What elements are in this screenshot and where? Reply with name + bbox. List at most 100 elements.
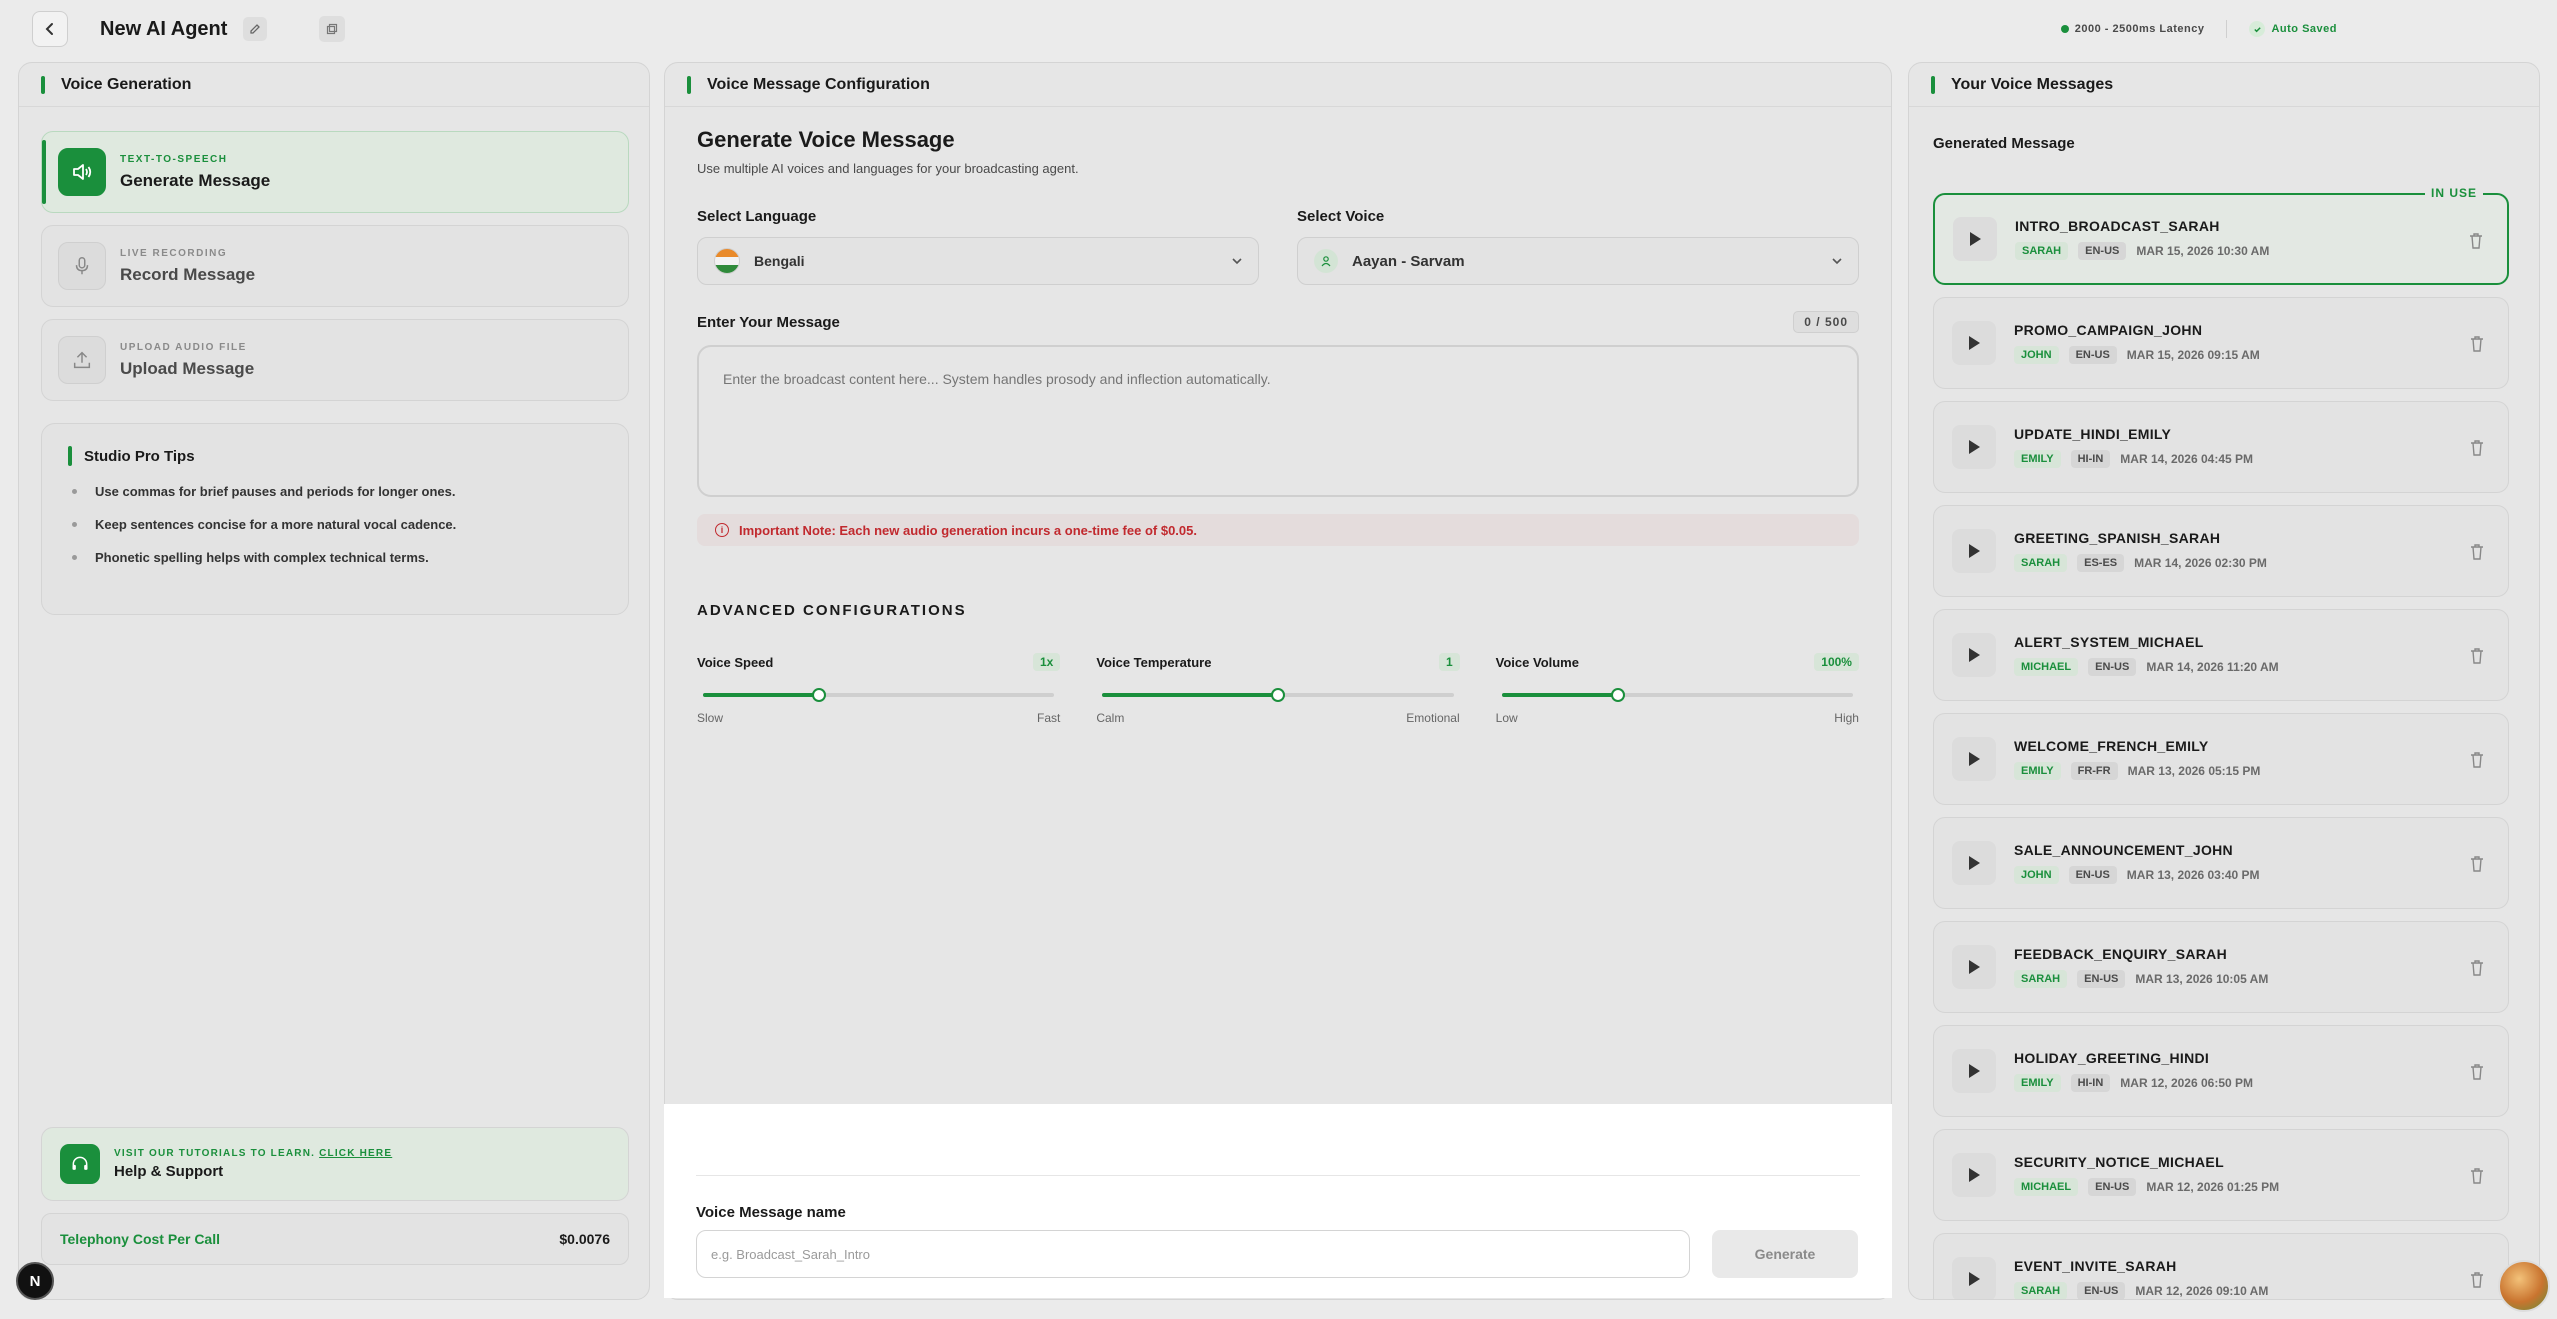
slider-track[interactable] [1501,688,1853,702]
message-card[interactable]: HOLIDAY_GREETING_HINDI EMILY HI-IN MAR 12, … [1933,1025,2509,1117]
message-card[interactable]: FEEDBACK_ENQUIRY_SARAH SARAH EN-US MAR 13, … [1933,921,2509,1013]
trash-icon[interactable] [2467,231,2485,251]
message-name-input[interactable] [696,1230,1690,1278]
language-tag: EN-US [2068,866,2117,884]
voice-messages-panel: Your Voice Messages Generated Message IN… [1908,62,2540,1300]
page-subtitle: Use multiple AI voices and languages for… [697,161,1079,176]
voice-speed-slider: Voice Speed 1x Slow Fast [697,653,1061,725]
trash-icon[interactable] [2468,646,2486,666]
bullet [72,489,77,494]
voice-label: Select Voice [1297,208,1385,225]
play-button[interactable] [1953,217,1997,261]
play-button[interactable] [1952,945,1996,989]
slider-max: Emotional [1406,711,1460,725]
message-card[interactable]: IN USE INTRO_BROADCAST_SARAH SARAH EN-US MAR… [1933,186,2509,285]
method-subtitle: TEXT-TO-SPEECH [120,153,228,165]
message-date: MAR 15, 2026 09:15 AM [2126,348,2260,362]
back-button[interactable] [32,11,68,47]
play-button[interactable] [1952,529,1996,573]
message-date: MAR 13, 2026 05:15 PM [2127,764,2261,778]
slider-thumb[interactable] [1610,688,1625,702]
trash-icon[interactable] [2468,438,2486,458]
slider-min: Calm [1096,711,1125,725]
chevron-down-icon [1232,258,1242,265]
trash-icon[interactable] [2468,1270,2486,1290]
slider-thumb[interactable] [811,688,826,702]
method-record-message[interactable]: LIVE RECORDING Record Message [41,225,629,307]
save-message-sheet: Voice Message name Generate [664,1104,1892,1298]
message-date: MAR 13, 2026 03:40 PM [2126,868,2260,882]
autosave-text: Auto Saved [2271,23,2337,35]
play-button[interactable] [1952,841,1996,885]
language-select[interactable]: Bengali [697,237,1259,285]
fee-note: i Important Note: Each new audio generat… [697,514,1859,546]
panel-title: Voice Generation [61,75,192,93]
help-support-card[interactable]: VISIT OUR TUTORIALS TO LEARN. CLICK HERE… [41,1127,629,1201]
message-card[interactable]: WELCOME_FRENCH_EMILY EMILY FR-FR MAR 13, 20… [1933,713,2509,805]
play-button[interactable] [1952,425,1996,469]
play-button[interactable] [1952,321,1996,365]
language-tag: HI-IN [2070,450,2111,468]
language-tag: EN-US [2078,242,2127,260]
play-button[interactable] [1952,1049,1996,1093]
message-card[interactable]: ALERT_SYSTEM_MICHAEL MICHAEL EN-US MAR 14, … [1933,609,2509,701]
voice-tag: EMILY [2014,762,2061,780]
message-textarea[interactable] [697,345,1859,497]
slider-label: Voice Speed [697,654,774,670]
slider-thumb[interactable] [1270,688,1285,702]
message-card[interactable]: SECURITY_NOTICE_MICHAEL MICHAEL EN-US MAR 1… [1933,1129,2509,1221]
in-use-badge: IN USE [2424,186,2483,200]
generated-message-label: Generated Message [1933,135,2075,152]
trash-icon[interactable] [2468,854,2486,874]
language-tag: EN-US [2077,1282,2126,1299]
slider-max: Fast [1036,711,1061,725]
method-subtitle: UPLOAD AUDIO FILE [120,341,247,353]
check-icon [2249,21,2266,37]
edit-title-button[interactable] [243,17,268,41]
play-button[interactable] [1952,737,1996,781]
play-icon [1969,856,1980,870]
panel-title: Voice Message Configuration [707,75,930,93]
cost-label: Telephony Cost Per Call [60,1231,220,1247]
generate-button[interactable]: Generate [1712,1230,1858,1278]
method-upload-message[interactable]: UPLOAD AUDIO FILE Upload Message [41,319,629,401]
message-card[interactable]: PROMO_CAMPAIGN_JOHN JOHN EN-US MAR 15, 2026… [1933,297,2509,389]
agent-title: New AI Agent [100,17,228,40]
play-icon [1969,544,1980,558]
trash-icon[interactable] [2468,750,2486,770]
slider-track[interactable] [1102,688,1454,702]
message-card[interactable]: EVENT_INVITE_SARAH SARAH EN-US MAR 12, 2026… [1933,1233,2509,1299]
slider-value: 1x [1032,653,1061,671]
message-card[interactable]: SALE_ANNOUNCEMENT_JOHN JOHN EN-US MAR 13, 2… [1933,817,2509,909]
app-badge[interactable]: N [16,1262,54,1300]
language-value: Bengali [754,253,805,269]
play-button[interactable] [1952,1153,1996,1197]
trash-icon[interactable] [2468,334,2486,354]
trash-icon[interactable] [2468,1062,2486,1082]
message-card[interactable]: GREETING_SPANISH_SARAH SARAH ES-ES MAR 14, … [1933,505,2509,597]
trash-icon[interactable] [2468,542,2486,562]
message-card[interactable]: UPDATE_HINDI_EMILY EMILY HI-IN MAR 14, 2026… [1933,401,2509,493]
play-button[interactable] [1952,633,1996,677]
slider-track[interactable] [703,688,1055,702]
info-icon: i [715,523,729,537]
chevron-down-icon [1832,258,1842,265]
slider-label: Voice Volume [1495,654,1579,670]
language-tag: ES-ES [2077,554,2125,572]
avatar[interactable] [2498,1260,2550,1312]
trash-icon[interactable] [2468,958,2486,978]
slider-value: 1 [1438,653,1460,671]
slider-fill [1102,693,1278,697]
duplicate-button[interactable] [319,16,346,42]
chevron-left-icon [45,23,53,35]
help-subtitle: VISIT OUR TUTORIALS TO LEARN. CLICK HERE [114,1148,392,1159]
play-icon [1970,232,1981,246]
tutorials-link[interactable]: CLICK HERE [319,1148,392,1159]
trash-icon[interactable] [2468,1166,2486,1186]
play-icon [1969,1168,1980,1182]
play-button[interactable] [1952,1257,1996,1299]
language-tag: EN-US [2088,1178,2137,1196]
voice-select[interactable]: Aayan - Sarvam [1297,237,1859,285]
method-generate-message[interactable]: TEXT-TO-SPEECH Generate Message [41,131,629,213]
play-icon [1969,648,1980,662]
